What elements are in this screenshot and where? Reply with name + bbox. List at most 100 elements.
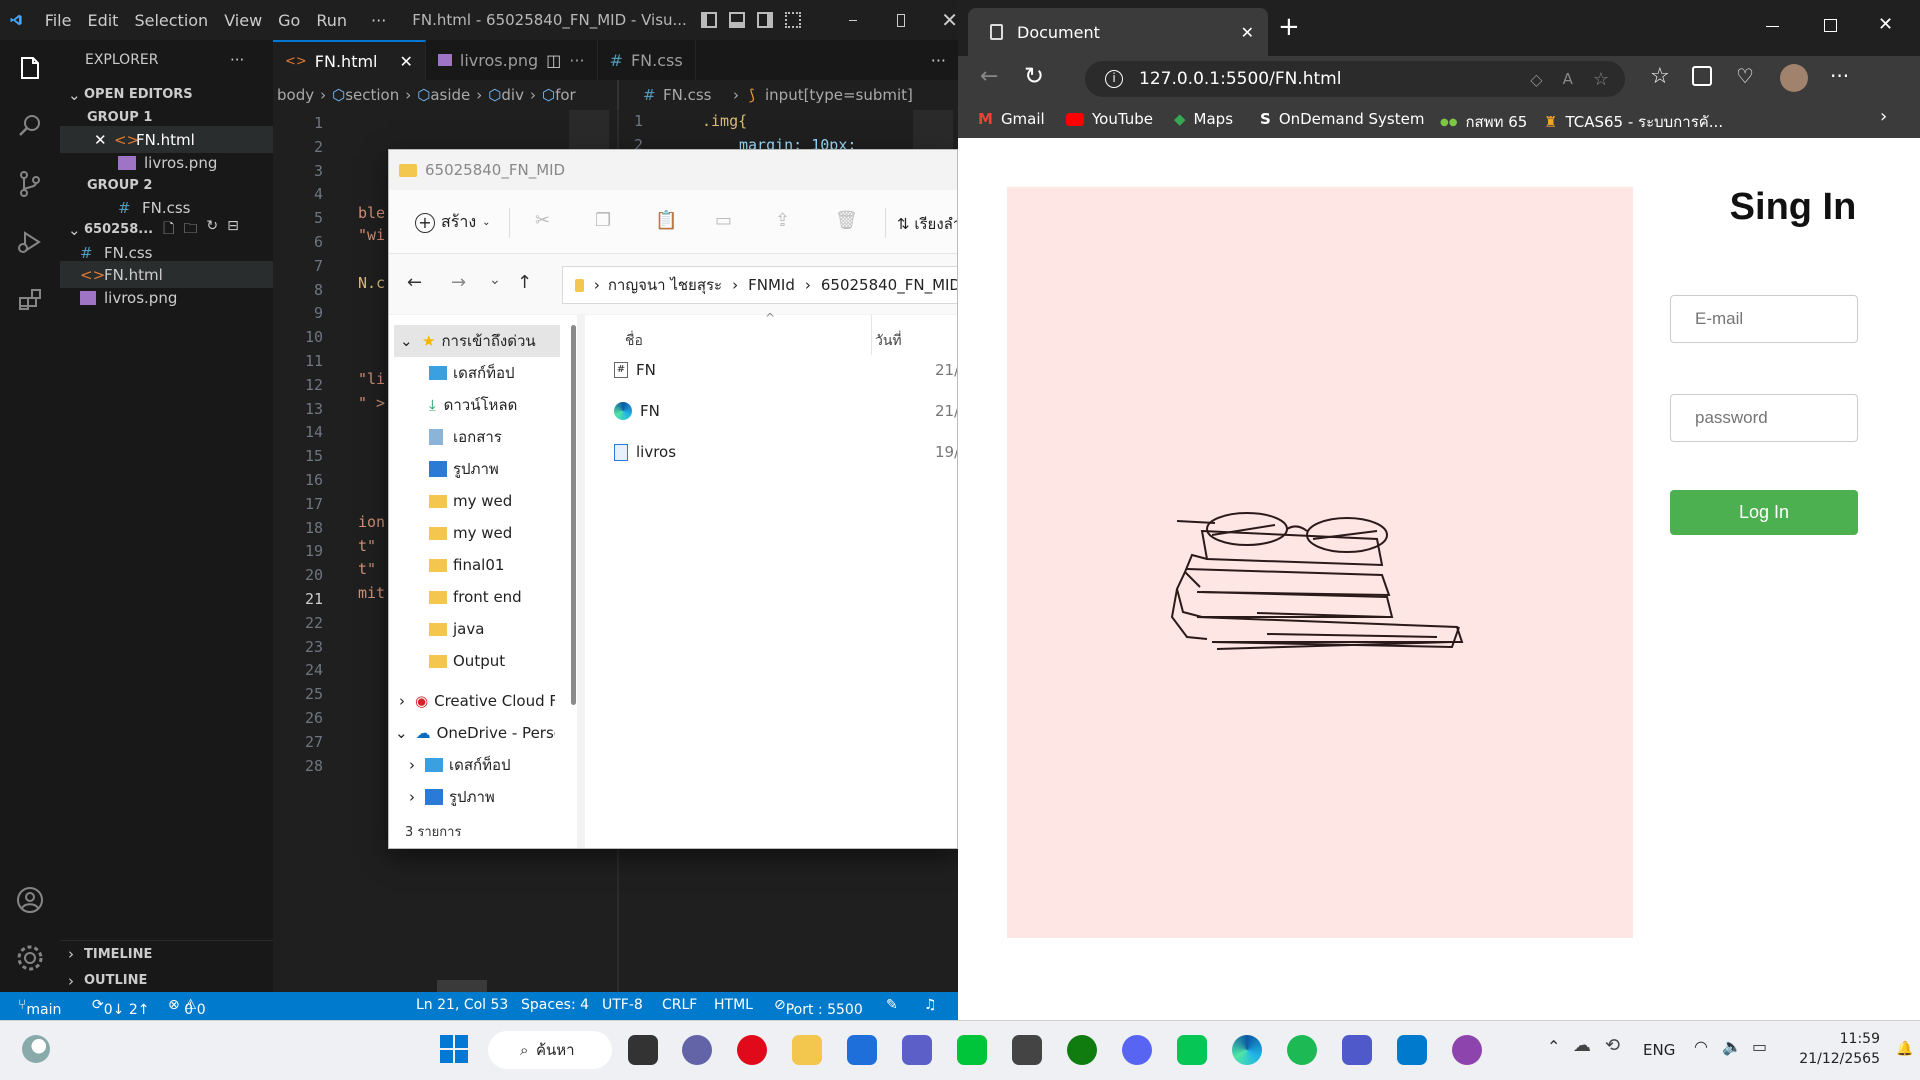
maximize-icon[interactable] — [896, 13, 906, 27]
back-arrow-icon[interactable]: ← — [980, 64, 998, 89]
quick-access[interactable]: ⌄ ★ การเข้าถึงด่วน — [394, 325, 560, 357]
bookmark-ondemand[interactable]: S OnDemand System — [1260, 110, 1424, 128]
chevron-up-icon[interactable]: ⌃ — [1547, 1037, 1560, 1056]
nav-pictures[interactable]: รูปภาพ — [429, 453, 499, 485]
problems-status[interactable]: ⊗ 0 ⚠ 0 — [168, 997, 206, 1018]
url-text[interactable]: 127.0.0.1:5500/FN.html — [1139, 69, 1341, 89]
copy-icon[interactable]: ❐ — [595, 210, 611, 231]
tab-fn-html[interactable]: <> FN.html ✕ — [273, 40, 426, 80]
wifi-icon[interactable]: ◠ — [1694, 1037, 1708, 1056]
menu-run[interactable]: Run — [316, 11, 347, 30]
new-tab-icon[interactable]: + — [1278, 12, 1300, 42]
nav-final01[interactable]: final01 — [429, 549, 504, 581]
tab-livros-png[interactable]: livros.png ◫ ··· — [426, 40, 598, 80]
recent-chevron-icon[interactable]: ⌄ — [489, 272, 501, 288]
sync-icon[interactable]: ⟲ — [1605, 1035, 1620, 1056]
layout-controls[interactable] — [700, 12, 801, 28]
address-crumb[interactable]: FNMId — [748, 276, 795, 294]
crumb-section[interactable]: section — [345, 86, 399, 104]
password-field[interactable] — [1670, 394, 1858, 442]
new-folder-icon[interactable]: 🗀 — [183, 218, 197, 242]
search-icon[interactable] — [14, 110, 46, 142]
crumb-fn-css[interactable]: FN.css — [663, 86, 712, 104]
source-control-icon[interactable] — [14, 168, 46, 200]
nav-documents[interactable]: เอกสาร — [429, 421, 502, 453]
tag-icon[interactable]: ◇ — [1530, 70, 1542, 89]
tab-fn-css[interactable]: # FN.css — [598, 40, 696, 80]
new-button[interactable]: + สร้าง ⌄ — [415, 210, 491, 235]
nav-my-wed[interactable]: my wed — [429, 485, 512, 517]
explorer-more-icon[interactable]: ··· — [230, 46, 260, 73]
customize-layout-icon[interactable] — [784, 12, 801, 28]
profile-avatar[interactable] — [1780, 64, 1808, 92]
timeline-section[interactable]: › TIMELINE — [60, 940, 273, 967]
task-view-icon[interactable] — [628, 1035, 658, 1065]
nav-desktop[interactable]: เดสก์ท็อป — [429, 357, 515, 389]
encoding[interactable]: UTF-8 — [602, 997, 643, 1013]
bookmark-tcas[interactable]: ♜ TCAS65 - ระบบการคั... — [1544, 110, 1723, 134]
edge-icon[interactable] — [1232, 1035, 1262, 1065]
column-date-header[interactable]: วันที่ — [875, 330, 902, 352]
chat-icon[interactable] — [682, 1035, 712, 1065]
info-icon[interactable]: i — [1105, 70, 1123, 88]
search-box[interactable]: ⌕ ค้นหา — [488, 1031, 612, 1069]
browser-tab[interactable]: Document ✕ — [968, 8, 1268, 56]
opera-icon[interactable] — [737, 1035, 767, 1065]
toggle-panel-icon[interactable] — [728, 12, 745, 28]
spotify-icon[interactable] — [1287, 1035, 1317, 1065]
nav-front-end[interactable]: front end — [429, 581, 522, 613]
notifications-bell-icon[interactable]: ♫ — [924, 997, 937, 1013]
minimize-icon[interactable] — [848, 19, 857, 21]
favorites-icon[interactable]: ☆ — [1650, 64, 1670, 89]
column-name-header[interactable]: ชื่อ — [625, 330, 643, 352]
store-icon[interactable] — [847, 1035, 877, 1065]
nav-java[interactable]: java — [429, 613, 484, 645]
delete-icon[interactable]: 🗑 — [835, 210, 858, 231]
file-livros-png[interactable]: livros.png — [60, 284, 273, 311]
nav-my-wed-2[interactable]: my wed — [429, 517, 512, 549]
file-item-fn-html[interactable]: FN — [614, 395, 660, 427]
volume-icon[interactable]: 🔈 — [1722, 1037, 1742, 1056]
menu-more[interactable]: ··· — [371, 11, 386, 30]
email-field[interactable] — [1670, 295, 1858, 343]
outline-section[interactable]: › OUTLINE — [60, 967, 273, 994]
paste-icon[interactable]: 📋 — [655, 210, 677, 231]
scrollbar[interactable] — [437, 980, 487, 992]
collections-icon[interactable] — [1692, 66, 1712, 86]
close-icon[interactable]: ✕ — [400, 52, 413, 71]
live-server-port[interactable]: ⊘ Port : 5500 — [774, 997, 863, 1018]
feedback-icon[interactable]: ✎ — [886, 997, 898, 1013]
explorer-files-icon[interactable] — [14, 52, 46, 84]
iqiyi-icon[interactable] — [957, 1035, 987, 1065]
accounts-icon[interactable] — [14, 884, 46, 916]
toggle-sidebar-icon[interactable] — [700, 12, 717, 28]
crumb-div[interactable]: div — [501, 86, 524, 104]
settings-gear-icon[interactable] — [14, 942, 46, 974]
address-bar[interactable]: › กาญจนา ไชยสุระ › FNMId › 65025840_FN_MID — [562, 266, 957, 304]
language-mode[interactable]: HTML — [714, 997, 753, 1013]
forward-arrow-icon[interactable]: → — [451, 272, 466, 293]
login-button[interactable]: Log In — [1670, 490, 1858, 535]
menu-edit[interactable]: Edit — [87, 11, 118, 30]
start-windows-icon[interactable] — [440, 1035, 468, 1063]
nav-creative-cloud[interactable]: ›◉Creative Cloud Files — [399, 685, 555, 717]
bookmark-kspt[interactable]: ●● กสพท 65 — [1440, 110, 1527, 134]
bookmark-youtube[interactable]: YouTube — [1066, 110, 1153, 128]
teams-icon[interactable] — [1342, 1035, 1372, 1065]
file-explorer-icon[interactable] — [792, 1035, 822, 1065]
line-icon[interactable] — [1177, 1035, 1207, 1065]
minimize-icon[interactable] — [1766, 26, 1779, 27]
browser-essentials-icon[interactable]: ♡ — [1736, 64, 1754, 88]
address-crumb[interactable]: กาญจนา ไชยสุระ — [608, 273, 722, 297]
nav-downloads[interactable]: ⤓ ดาวน์โหลด — [429, 389, 517, 421]
crumb-body[interactable]: body — [277, 86, 314, 104]
read-aloud-icon[interactable]: A — [1563, 70, 1573, 88]
close-icon[interactable]: ✕ — [941, 8, 958, 32]
discord-icon[interactable] — [1122, 1035, 1152, 1065]
menu-selection[interactable]: Selection — [134, 11, 208, 30]
more-actions-icon[interactable]: ··· — [569, 51, 584, 70]
minimap[interactable] — [913, 110, 953, 150]
maximize-icon[interactable] — [1824, 19, 1837, 32]
app-icon[interactable] — [902, 1035, 932, 1065]
nav-output[interactable]: Output — [429, 645, 505, 677]
